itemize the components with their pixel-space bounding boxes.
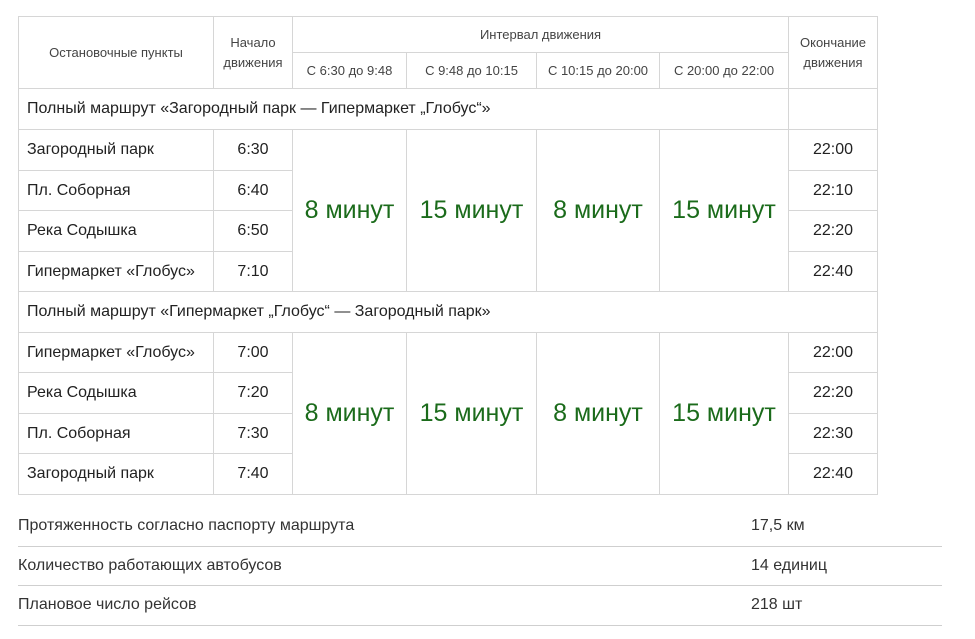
interval-value: 8 минут — [536, 332, 660, 495]
stat-row: Количество работающих автобусов 14 едини… — [18, 547, 942, 586]
header-start: Начало движения — [213, 16, 293, 89]
interval-value: 8 минут — [536, 129, 660, 292]
stop-start: 7:00 — [213, 332, 293, 373]
header-interval: Интервал движения — [291, 16, 790, 53]
interval-value: 8 минут — [292, 129, 407, 292]
stat-label: Количество работающих автобусов — [18, 556, 282, 574]
stop-start: 6:50 — [213, 210, 293, 252]
stop-end: 22:20 — [788, 372, 879, 414]
table-row: Гипермаркет «Глобус» 7:00 8 минут 15 мин… — [18, 332, 879, 495]
header-stops: Остановочные пункты — [18, 16, 214, 89]
stop-end: 22:40 — [788, 251, 879, 292]
stop-end: 22:10 — [788, 170, 879, 211]
stop-end: 22:20 — [788, 210, 879, 252]
stop-name: Загородный парк — [18, 129, 214, 171]
stat-row: Плановое число рейсов 218 шт — [18, 586, 942, 626]
stop-name: Гипермаркет «Глобус» — [18, 332, 214, 373]
schedule-table: Остановочные пункты Начало движения Инте… — [17, 16, 879, 495]
route-title-end — [788, 88, 879, 130]
stat-value: 14 единиц — [751, 556, 827, 574]
stat-row: Протяженность согласно паспорту маршрута… — [18, 507, 942, 547]
route-title: Полный маршрут «Гипермаркет „Глобус“ — З… — [17, 291, 879, 333]
header-end: Окончание движения — [788, 16, 879, 89]
table-row: Загородный парк 6:30 8 минут 15 минут 8 … — [18, 129, 879, 292]
stop-end: 22:40 — [788, 453, 879, 495]
stop-start: 7:10 — [213, 251, 293, 292]
stop-name: Река Содышка — [18, 372, 214, 414]
stop-start: 6:30 — [213, 129, 293, 171]
stop-end: 22:00 — [788, 129, 879, 171]
stat-value: 17,5 км — [751, 517, 805, 534]
interval-value: 15 минут — [658, 332, 790, 495]
header-interval-3: С 10:15 до 20:00 — [536, 52, 660, 89]
stop-start: 7:20 — [213, 372, 293, 414]
stat-value: 218 шт — [751, 596, 803, 613]
route-stats: Протяженность согласно паспорту маршрута… — [18, 507, 942, 626]
interval-value: 15 минут — [658, 129, 790, 292]
stat-label: Протяженность согласно паспорту маршрута — [18, 517, 355, 534]
stat-label: Плановое число рейсов — [18, 596, 197, 613]
header-interval-2: С 9:48 до 10:15 — [406, 52, 537, 89]
stop-end: 22:30 — [788, 413, 879, 454]
header-interval-4: С 20:00 до 22:00 — [658, 52, 790, 89]
interval-value: 15 минут — [406, 129, 537, 292]
stop-name: Пл. Соборная — [18, 170, 214, 211]
stop-name: Река Содышка — [18, 210, 214, 252]
stop-start: 7:40 — [213, 453, 293, 495]
stop-start: 6:40 — [213, 170, 293, 211]
interval-value: 15 минут — [406, 332, 537, 495]
route-title: Полный маршрут «Загородный парк — Гиперм… — [17, 88, 790, 130]
stop-name: Загородный парк — [18, 453, 214, 495]
header-interval-1: С 6:30 до 9:48 — [292, 52, 407, 89]
stop-name: Пл. Соборная — [18, 413, 214, 454]
stop-start: 7:30 — [213, 413, 293, 454]
interval-value: 8 минут — [292, 332, 407, 495]
stop-end: 22:00 — [788, 332, 879, 373]
stop-name: Гипермаркет «Глобус» — [18, 251, 214, 292]
